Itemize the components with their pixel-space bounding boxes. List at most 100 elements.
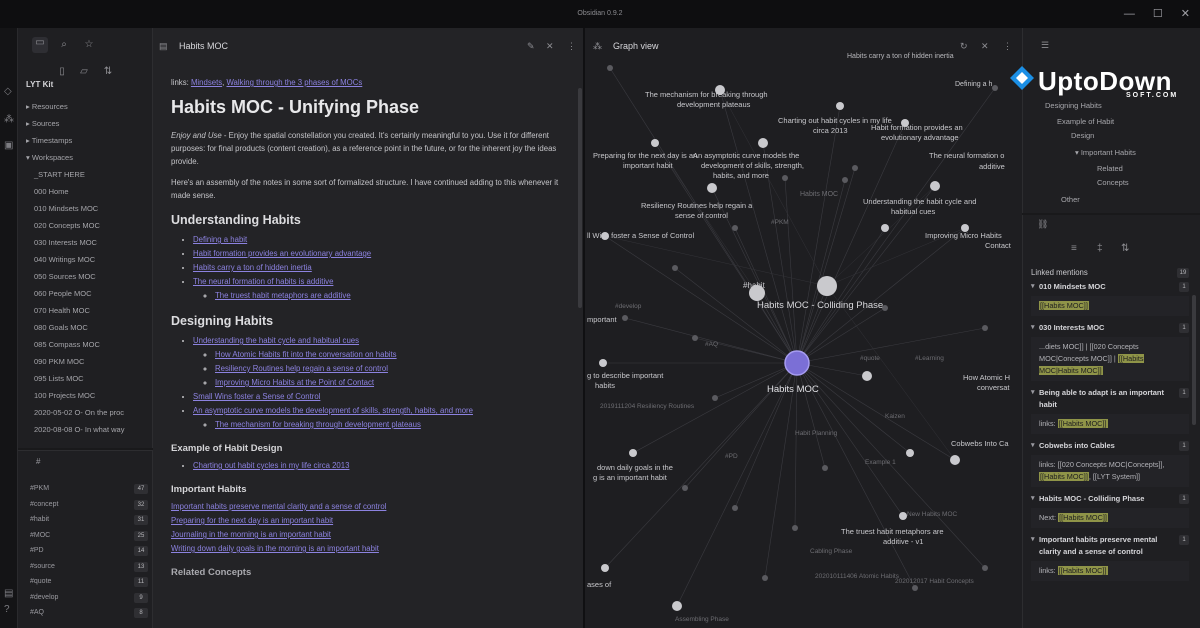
graph-node-label[interactable]: habitual cues: [891, 207, 935, 216]
sort-icon[interactable]: ⇅: [102, 66, 114, 78]
graph-node[interactable]: [906, 449, 914, 457]
highlighted-link[interactable]: [[Habits MOC]]: [1057, 419, 1108, 428]
tag-item[interactable]: #develop 9: [30, 590, 150, 606]
mention-title[interactable]: 030 Interests MOC: [1031, 322, 1189, 334]
graph-node[interactable]: [651, 139, 659, 147]
graph-node-label[interactable]: Habits MOC: [767, 384, 819, 395]
new-folder-icon[interactable]: ▱: [78, 66, 90, 78]
folder-tab-icon[interactable]: ▭: [32, 37, 48, 53]
graph-node-label[interactable]: development of skills, strength,: [701, 161, 804, 170]
graph-node-label[interactable]: habits, and more: [713, 171, 769, 180]
linked-mentions-header[interactable]: Linked mentions 19: [1031, 265, 1189, 281]
graph-node-label[interactable]: The truest habit metaphors are: [841, 527, 944, 536]
graph-node[interactable]: [992, 85, 998, 91]
outline-item[interactable]: Example of Habit: [1057, 117, 1114, 126]
graph-canvas[interactable]: Habits carry a ton of hidden inertia Defi…: [585, 28, 1022, 628]
graph-node-label[interactable]: Resiliency Routines help regain a: [641, 201, 753, 210]
outline-item[interactable]: ▾ Important Habits: [1075, 148, 1136, 157]
file-tree-item[interactable]: 040 Writings MOC: [26, 251, 151, 268]
graph-node-label[interactable]: #quote: [860, 355, 880, 362]
highlighted-link[interactable]: [[Habits MOC]]: [1057, 566, 1108, 575]
highlighted-link[interactable]: [[Habits MOC]]: [1039, 301, 1089, 310]
graph-node-label[interactable]: The neural formation o: [929, 151, 1004, 160]
file-tree-item[interactable]: 050 Sources MOC: [26, 268, 151, 285]
mention-title[interactable]: Habits MOC - Colliding Phase: [1031, 493, 1189, 505]
graph-icon[interactable]: ⁂: [4, 114, 15, 125]
graph-node-label[interactable]: sense of control: [675, 211, 728, 220]
graph-node[interactable]: [862, 371, 872, 381]
file-tree-item[interactable]: 010 Mindsets MOC: [26, 200, 151, 217]
close-window-icon[interactable]: ✕: [1181, 0, 1190, 28]
graph-node[interactable]: [817, 276, 837, 296]
mention-group[interactable]: 030 Interests MOC1 ...diets MOC]] | [[020…: [1031, 322, 1189, 381]
link-icon[interactable]: ⛓: [1037, 219, 1048, 230]
graph-node-label[interactable]: The mechanism for breaking through: [645, 90, 768, 99]
graph-node[interactable]: [852, 165, 858, 171]
graph-node[interactable]: [712, 395, 718, 401]
graph-node-label[interactable]: An asymptotic curve models the: [693, 151, 799, 160]
calendar-icon[interactable]: ▣: [4, 140, 15, 151]
tag-item[interactable]: #PKM 47: [30, 481, 150, 497]
editor-tab-title[interactable]: Habits MOC: [179, 36, 228, 56]
link-important-habit[interactable]: Preparing for the next day is an importa…: [171, 514, 566, 528]
graph-node-label[interactable]: g to describe important: [587, 371, 664, 380]
link-important-habit[interactable]: Important habits preserve mental clarity…: [171, 500, 566, 514]
file-tree-item[interactable]: ▸ Sources: [26, 115, 151, 132]
graph-node[interactable]: [982, 325, 988, 331]
file-tree-item[interactable]: 100 Projects MOC: [26, 387, 151, 404]
graph-node-label[interactable]: Habit formation provides an: [871, 123, 963, 132]
file-tree-item[interactable]: ▸ Timestamps: [26, 132, 151, 149]
graph-node-label[interactable]: Understanding the habit cycle and: [863, 197, 976, 206]
graph-node-label[interactable]: conversat: [977, 383, 1010, 392]
graph-node-label[interactable]: Habit Planning: [795, 430, 838, 437]
tag-item[interactable]: #concept 32: [30, 497, 150, 513]
more-options-icon[interactable]: ⋮: [567, 36, 576, 56]
graph-node[interactable]: [762, 575, 768, 581]
mention-group[interactable]: Habits MOC - Colliding Phase1 Next: [[Hab…: [1031, 493, 1189, 528]
file-tree-item[interactable]: 000 Home: [26, 183, 151, 200]
graph-node-label[interactable]: important habit: [623, 161, 674, 170]
graph-node[interactable]: [607, 65, 613, 71]
file-tree-item[interactable]: 2020-05-02 O- On the proc: [26, 404, 151, 421]
maximize-icon[interactable]: ☐: [1153, 0, 1163, 28]
vault-icon[interactable]: ▤: [4, 588, 15, 599]
graph-node-label[interactable]: ases of: [587, 580, 612, 589]
highlighted-link[interactable]: [[Habits MOC]]: [1058, 513, 1108, 522]
outline-item[interactable]: Other: [1061, 195, 1080, 204]
tag-item[interactable]: #PD 14: [30, 543, 150, 559]
file-tree-item[interactable]: _START HERE: [26, 166, 151, 183]
graph-node[interactable]: [629, 449, 637, 457]
collapse-icon[interactable]: ≡: [1071, 243, 1077, 254]
graph-node-label[interactable]: additive: [979, 162, 1005, 171]
graph-node-label[interactable]: Preparing for the next day is an: [593, 151, 697, 160]
file-tree-item[interactable]: 080 Goals MOC: [26, 319, 151, 336]
outline-item[interactable]: Related: [1097, 164, 1123, 173]
graph-node-label[interactable]: #PD: [725, 453, 738, 460]
graph-node-label[interactable]: evolutionary advantage: [881, 133, 959, 142]
graph-node[interactable]: [950, 455, 960, 465]
mention-title[interactable]: Cobwebs into Cables: [1031, 440, 1189, 452]
tag-item[interactable]: #quote 11: [30, 574, 150, 590]
graph-node[interactable]: [881, 224, 889, 232]
sort-icon[interactable]: ⇅: [1121, 243, 1129, 254]
mention-group[interactable]: Being able to adapt is an important habi…: [1031, 387, 1189, 434]
graph-node[interactable]: [822, 465, 828, 471]
tag-item[interactable]: #habit 31: [30, 512, 150, 528]
file-tree-item[interactable]: 095 Lists MOC: [26, 370, 151, 387]
graph-node-active[interactable]: [784, 350, 810, 376]
edit-icon[interactable]: ✎: [527, 36, 535, 56]
graph-node-label[interactable]: 202012017 Habit Concepts: [895, 578, 975, 585]
context-icon[interactable]: ‡: [1097, 243, 1103, 254]
graph-node[interactable]: [682, 485, 688, 491]
minimize-icon[interactable]: —: [1124, 0, 1135, 28]
tag-item[interactable]: #AQ 8: [30, 605, 150, 621]
graph-node[interactable]: [732, 505, 738, 511]
graph-node-label[interactable]: How Atomic H: [963, 373, 1010, 382]
backlinks-scrollbar[interactable]: [1192, 295, 1196, 425]
graph-node-label[interactable]: #PKM: [771, 219, 789, 226]
graph-node[interactable]: [758, 138, 768, 148]
graph-node-label[interactable]: #habit: [743, 281, 766, 290]
link-phases-of-mocs[interactable]: Walking through the 3 phases of MOCs: [226, 78, 362, 87]
graph-node-label[interactable]: Improving Micro Habits: [925, 231, 1002, 240]
graph-node[interactable]: [899, 512, 907, 520]
